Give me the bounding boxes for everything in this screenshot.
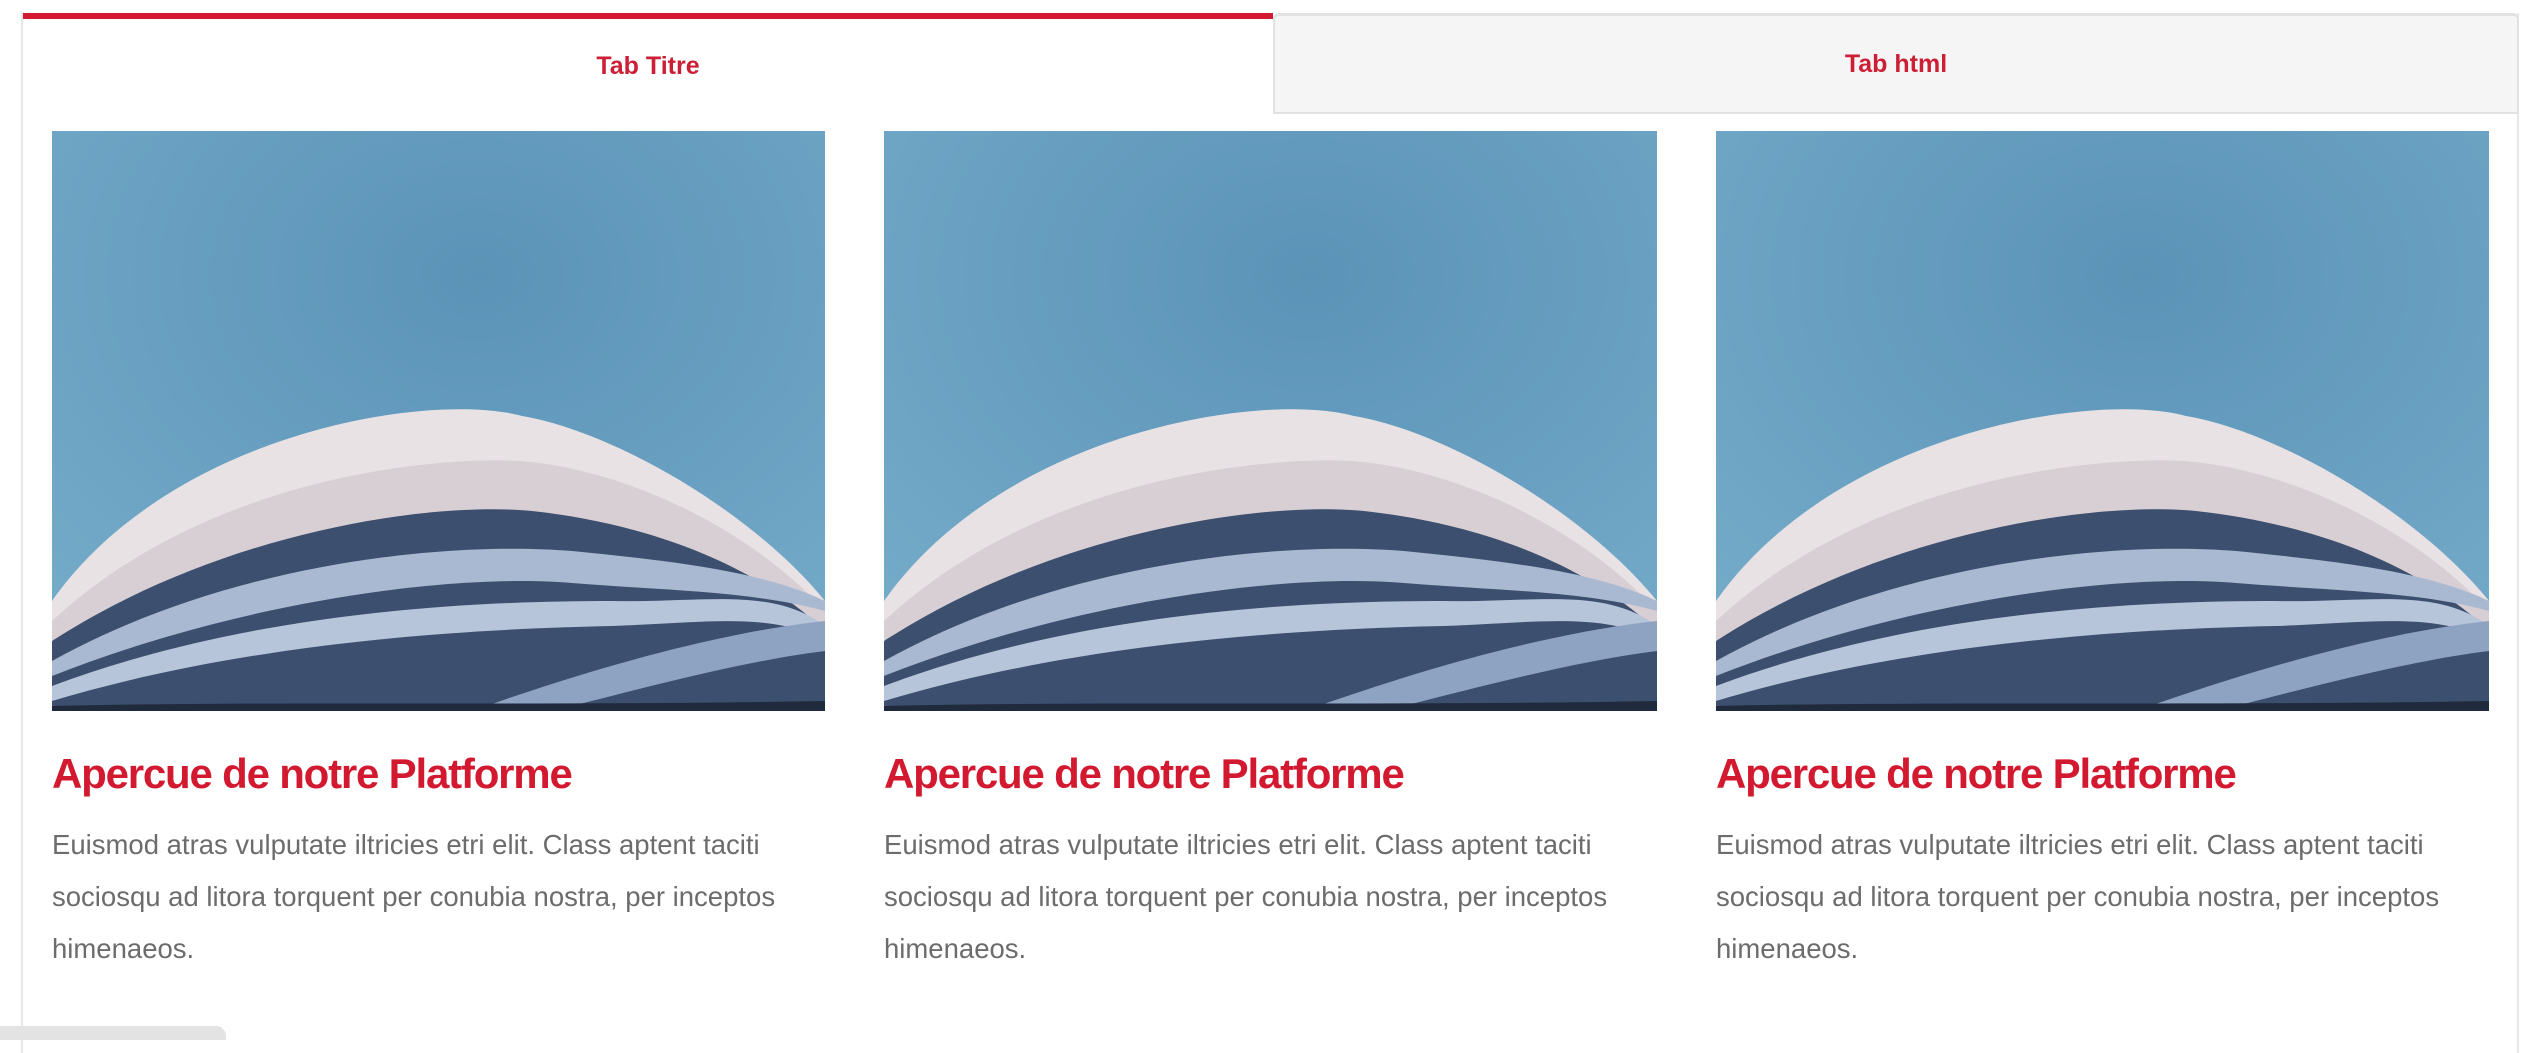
tab-html[interactable]: Tab html	[1273, 13, 2519, 114]
building-image	[884, 131, 1657, 711]
horizontal-scrollbar[interactable]	[0, 1026, 226, 1040]
card-text: Euismod atras vulputate iltricies etri e…	[52, 829, 776, 965]
tab-titre[interactable]: Tab Titre	[23, 13, 1273, 114]
card-title[interactable]: Apercue de notre Platforme	[52, 749, 825, 799]
tab-titre-label: Tab Titre	[596, 52, 700, 80]
card-text: Euismod atras vulputate iltricies etri e…	[1716, 829, 2440, 965]
tab-bar: Tab Titre Tab html	[23, 13, 2519, 114]
card-title[interactable]: Apercue de notre Platforme	[1716, 749, 2489, 799]
card: Apercue de notre Platforme Euismod atras…	[884, 131, 1657, 975]
card: Apercue de notre Platforme Euismod atras…	[52, 131, 825, 975]
card: Apercue de notre Platforme Euismod atras…	[1716, 131, 2489, 975]
card-title[interactable]: Apercue de notre Platforme	[884, 749, 1657, 799]
tab-html-label: Tab html	[1844, 49, 1948, 78]
card-text: Euismod atras vulputate iltricies etri e…	[884, 829, 1608, 965]
building-image	[1716, 131, 2489, 711]
building-image	[52, 131, 825, 711]
